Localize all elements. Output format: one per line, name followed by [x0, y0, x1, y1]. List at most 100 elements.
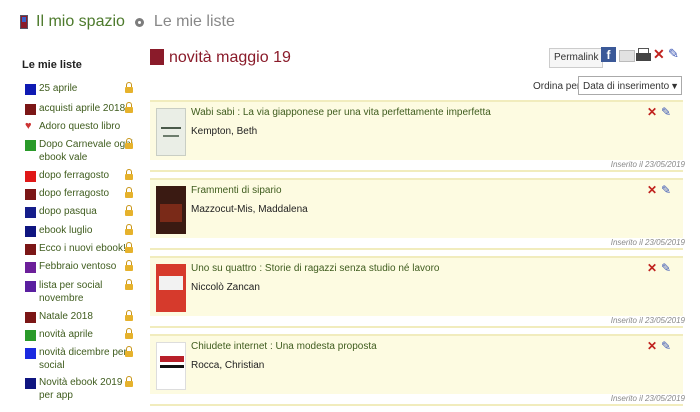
list-color-square [25, 312, 36, 323]
remove-record-icon[interactable]: ✕ [647, 184, 657, 196]
record-date: Inserito il 23/05/2019 [610, 316, 685, 325]
record-item: Chiudete internet : Una modesta proposta… [150, 334, 683, 394]
record-item: Frammenti di sipario Mazzocut-Mis, Maddal… [150, 178, 683, 238]
delete-icon[interactable]: ✕ [653, 47, 665, 61]
sidebar-item-label: novità aprile [39, 329, 93, 340]
lock-icon [125, 260, 133, 271]
record-item: Uno su quattro : Storie di ragazzi senza… [150, 256, 683, 316]
list-color-square [25, 104, 36, 115]
book-cover-image[interactable] [156, 264, 186, 312]
list-header: novità maggio 19 Permalink f ✕ ✎ [150, 42, 685, 72]
record-divider [150, 404, 683, 406]
record-divider [150, 170, 683, 172]
permalink-button[interactable]: Permalink [549, 48, 604, 68]
sidebar-item[interactable]: dopo pasqua [20, 205, 133, 218]
sidebar-item-label: dopo ferragosto [39, 170, 110, 181]
lock-icon [125, 224, 133, 235]
book-home-icon [20, 15, 28, 29]
record-title-link[interactable]: Uno su quattro : Storie di ragazzi senza… [191, 263, 439, 274]
main-content: novità maggio 19 Permalink f ✕ ✎ Ordina … [150, 42, 685, 406]
list-color-square [25, 348, 36, 359]
sidebar-item-label: ebook luglio [39, 225, 93, 236]
lock-icon [125, 102, 133, 113]
record-divider [150, 326, 683, 328]
list-color-square [25, 207, 36, 218]
record-author: Niccolò Zancan [191, 282, 260, 293]
edit-icon[interactable]: ✎ [668, 47, 679, 60]
sidebar-item-label: Febbraio ventoso [39, 261, 117, 272]
list-color-square [25, 378, 36, 389]
chevron-down-icon: ▼ [670, 81, 679, 91]
sidebar-item-label: dopo ferragosto [39, 188, 110, 199]
lock-icon [125, 205, 133, 216]
breadcrumb-home-link[interactable]: Il mio spazio [36, 13, 125, 31]
sidebar-item[interactable]: Novità ebook 2019 per app [20, 376, 133, 402]
list-color-square [25, 226, 36, 237]
sidebar-item-label: acquisti aprile 2018 [39, 103, 126, 114]
edit-record-icon[interactable]: ✎ [661, 340, 671, 352]
edit-record-icon[interactable]: ✎ [661, 106, 671, 118]
sidebar-item[interactable]: acquisti aprile 2018 [20, 102, 133, 115]
record-author: Kempton, Beth [191, 126, 258, 137]
breadcrumb-current: Le mie liste [153, 13, 235, 30]
remove-record-icon[interactable]: ✕ [647, 106, 657, 118]
sidebar-item[interactable]: lista per social novembre [20, 279, 133, 305]
list-color-square [25, 189, 36, 200]
edit-record-icon[interactable]: ✎ [661, 262, 671, 274]
lock-icon [125, 279, 133, 290]
sidebar-item-label: Ecco i nuovi ebook! [39, 243, 126, 254]
sidebar-item[interactable]: Ecco i nuovi ebook! [20, 242, 133, 255]
remove-record-icon[interactable]: ✕ [647, 262, 657, 274]
book-cover-image[interactable] [156, 186, 186, 234]
sidebar-item-label: novità dicembre per social [39, 347, 127, 371]
lock-icon [125, 82, 133, 93]
edit-record-icon[interactable]: ✎ [661, 184, 671, 196]
sidebar-item-label: Novità ebook 2019 per app [39, 377, 123, 401]
sidebar-heading: Le mie liste [22, 59, 82, 71]
sort-label: Ordina per [533, 81, 581, 92]
book-cover-image[interactable] [156, 108, 186, 156]
list-color-square [25, 84, 36, 95]
sidebar-item[interactable]: Natale 2018 [20, 310, 133, 323]
record-author: Mazzocut-Mis, Maddalena [191, 204, 308, 215]
lock-icon [125, 187, 133, 198]
list-color-square [25, 244, 36, 255]
list-title: novità maggio 19 [169, 49, 291, 66]
sidebar-item[interactable]: novità dicembre per social [20, 346, 133, 372]
print-icon[interactable] [636, 48, 651, 62]
list-color-square [25, 140, 36, 151]
list-color-square [25, 281, 36, 292]
sort-select[interactable]: Data di inserimento ▼ [578, 76, 682, 95]
sidebar-item[interactable]: dopo ferragosto [20, 187, 133, 200]
sidebar-item-label: Adoro questo libro [39, 121, 121, 132]
record-title-link[interactable]: Wabi sabi : La via giapponese per una vi… [191, 107, 491, 118]
record-author: Rocca, Christian [191, 360, 265, 371]
sidebar-item[interactable]: dopo ferragosto [20, 169, 133, 182]
sidebar-item[interactable]: novità aprile [20, 328, 133, 341]
record-date: Inserito il 23/05/2019 [610, 238, 685, 247]
record-date: Inserito il 23/05/2019 [610, 394, 685, 403]
sidebar-item[interactable]: ebook luglio [20, 224, 133, 237]
sidebar-item[interactable]: Febbraio ventoso [20, 260, 133, 273]
sort-row: Ordina per Data di inserimento ▼ [150, 72, 685, 100]
sidebar-item-label: Natale 2018 [39, 311, 93, 322]
remove-record-icon[interactable]: ✕ [647, 340, 657, 352]
breadcrumb-separator-icon [134, 17, 144, 27]
list-color-square [25, 262, 36, 273]
lock-icon [125, 138, 133, 149]
list-color-square [25, 171, 36, 182]
record-title-link[interactable]: Chiudete internet : Una modesta proposta [191, 341, 377, 352]
book-cover-image[interactable] [156, 342, 186, 390]
record-title-link[interactable]: Frammenti di sipario [191, 185, 282, 196]
lock-icon [125, 376, 133, 387]
sidebar-item-label: dopo pasqua [39, 206, 97, 217]
sidebar-list: 25 aprile acquisti aprile 2018 ♥ Adoro ques… [20, 82, 140, 412]
facebook-icon[interactable]: f [601, 47, 616, 62]
sidebar-item[interactable]: Dopo Carnevale ogni ebook vale [20, 138, 133, 164]
record-item: Wabi sabi : La via giapponese per una vi… [150, 100, 683, 160]
sidebar-item[interactable]: ♥ Adoro questo libro [20, 120, 133, 133]
mail-icon[interactable] [619, 50, 635, 62]
sidebar: Le mie liste 25 aprile acquisti aprile 20… [20, 58, 140, 412]
lock-icon [125, 328, 133, 339]
sidebar-item[interactable]: 25 aprile [20, 82, 133, 95]
